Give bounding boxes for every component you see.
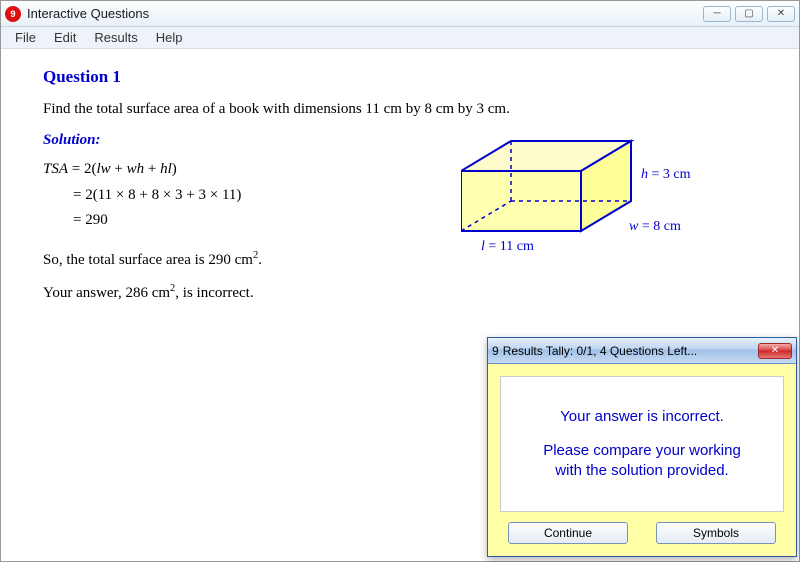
- content-area: Question 1 Find the total surface area o…: [1, 49, 799, 334]
- app-title: Interactive Questions: [27, 6, 149, 21]
- tsa-symbol: TSA: [43, 161, 68, 177]
- question-heading: Question 1: [43, 67, 757, 87]
- diagram-l-label: l = 11 cm: [481, 239, 534, 255]
- diagram-w-label: w = 8 cm: [629, 219, 681, 235]
- popup-button-row: Continue Symbols: [500, 512, 784, 544]
- menu-results[interactable]: Results: [86, 28, 145, 47]
- work-line-1: = 2(lw + wh + hl): [68, 161, 177, 177]
- popup-title-text: Results Tally: 0/1, 4 Questions Left...: [503, 344, 698, 358]
- popup-body: Your answer is incorrect. Please compare…: [488, 364, 796, 556]
- window-controls: ─ ▢ ✕: [703, 6, 795, 22]
- maximize-button[interactable]: ▢: [735, 6, 763, 22]
- popup-msg-line1: Your answer is incorrect.: [560, 407, 724, 427]
- menu-edit[interactable]: Edit: [46, 28, 84, 47]
- popup-message: Your answer is incorrect. Please compare…: [500, 376, 784, 512]
- app-icon: 9: [5, 6, 21, 22]
- popup-titlebar: 9 Results Tally: 0/1, 4 Questions Left..…: [488, 338, 796, 364]
- question-prompt: Find the total surface area of a book wi…: [43, 101, 757, 118]
- popup-close-button[interactable]: ✕: [758, 343, 792, 359]
- popup-msg-line2a: Please compare your working: [543, 441, 741, 461]
- menu-file[interactable]: File: [7, 28, 44, 47]
- diagram-h-label: h = 3 cm: [641, 167, 691, 183]
- menubar: File Edit Results Help: [1, 27, 799, 49]
- menu-help[interactable]: Help: [148, 28, 191, 47]
- results-popup: 9 Results Tally: 0/1, 4 Questions Left..…: [487, 337, 797, 557]
- continue-button[interactable]: Continue: [508, 522, 628, 544]
- symbols-button[interactable]: Symbols: [656, 522, 776, 544]
- your-answer-sentence: Your answer, 286 cm2, is incorrect.: [43, 283, 757, 302]
- popup-app-icon: 9: [492, 344, 499, 358]
- minimize-button[interactable]: ─: [703, 6, 731, 22]
- close-button[interactable]: ✕: [767, 6, 795, 22]
- prism-diagram: l = 11 cm w = 8 cm h = 3 cm: [461, 131, 661, 261]
- popup-msg-line2b: with the solution provided.: [555, 461, 728, 481]
- main-titlebar: 9 Interactive Questions ─ ▢ ✕: [1, 1, 799, 27]
